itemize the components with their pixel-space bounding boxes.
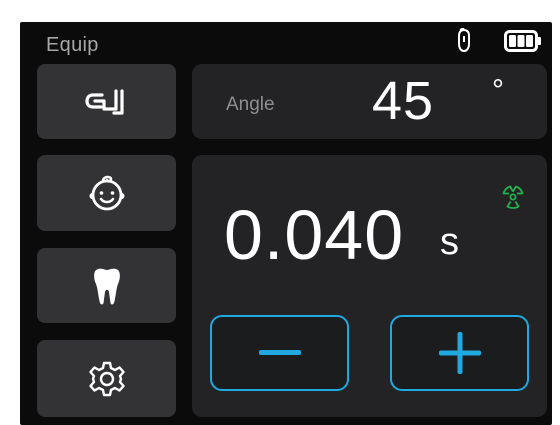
- device-screen: Equip Angle 45 ° 0.040 s: [20, 22, 552, 425]
- app-title: Equip: [46, 34, 99, 56]
- gear-icon: [88, 361, 125, 396]
- decrease-button[interactable]: [210, 315, 349, 391]
- sidebar-item-tube-head[interactable]: [37, 64, 176, 139]
- exposure-time-unit: s: [440, 221, 459, 263]
- probe-icon: [458, 28, 470, 53]
- angle-panel: Angle 45 °: [192, 64, 547, 139]
- increase-button[interactable]: [390, 315, 529, 391]
- tooth-icon: [93, 268, 120, 304]
- angle-unit: °: [492, 74, 504, 107]
- status-bar: [456, 28, 542, 54]
- child-face-icon: [89, 175, 124, 211]
- battery-icon: [504, 30, 541, 52]
- angle-value[interactable]: 45: [372, 70, 434, 132]
- sidebar-item-settings[interactable]: [37, 340, 176, 417]
- minus-icon: [258, 350, 301, 355]
- radiation-icon: [502, 185, 524, 209]
- angle-label: Angle: [226, 94, 275, 115]
- exposure-panel: 0.040 s: [192, 155, 547, 417]
- plus-icon: [438, 332, 481, 374]
- exposure-time-value: 0.040: [224, 196, 405, 274]
- tube-head-icon: [84, 88, 124, 115]
- sidebar-item-child[interactable]: [37, 155, 176, 231]
- sidebar-item-tooth[interactable]: [37, 248, 176, 323]
